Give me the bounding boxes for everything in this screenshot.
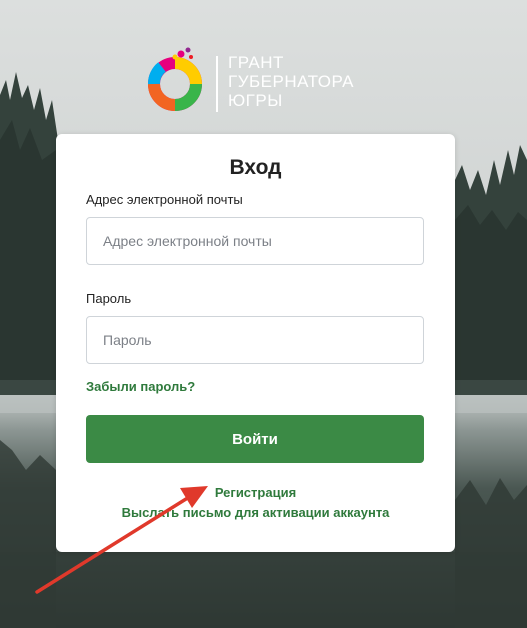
resend-activation-link[interactable]: Выслать письмо для активации аккаунта — [122, 505, 390, 520]
password-input[interactable] — [86, 316, 424, 364]
login-page: ГРАНТ ГУБЕРНАТОРА ЮГРЫ Вход Адрес электр… — [0, 0, 527, 628]
login-title: Вход — [229, 156, 282, 179]
grant-logo[interactable]: ГРАНТ ГУБЕРНАТОРА ЮГРЫ — [146, 46, 354, 114]
login-card: Вход Адрес электронной почты Пароль Забы… — [56, 134, 455, 552]
logo-line-3: ЮГРЫ — [228, 91, 283, 110]
email-input[interactable] — [86, 217, 424, 265]
logo-line-1: ГРАНТ — [228, 53, 284, 72]
register-link[interactable]: Регистрация — [215, 485, 296, 500]
logo-text: ГРАНТ ГУБЕРНАТОРА ЮГРЫ — [228, 53, 354, 110]
email-label: Адрес электронной почты — [86, 192, 243, 207]
login-button[interactable]: Войти — [86, 415, 424, 463]
register-link-row: Регистрация — [56, 485, 455, 500]
forgot-password-link[interactable]: Забыли пароль? — [86, 379, 195, 394]
activation-link-row: Выслать письмо для активации аккаунта — [56, 505, 455, 520]
password-label: Пароль — [86, 291, 132, 306]
logo-line-2: ГУБЕРНАТОРА — [228, 72, 355, 91]
colorful-ring-logo-icon — [148, 47, 202, 111]
logo-divider — [216, 56, 218, 112]
